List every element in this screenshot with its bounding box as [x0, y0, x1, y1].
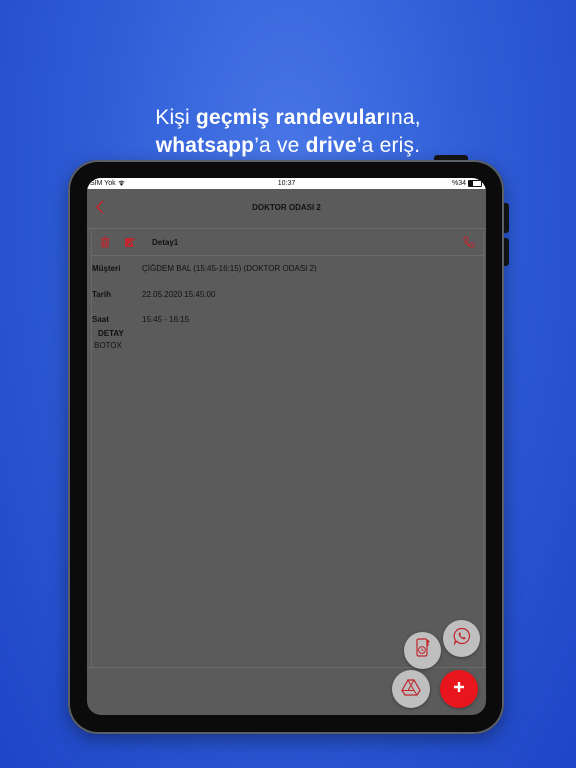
date-value: 22.05.2020 15:45:00 [142, 290, 216, 299]
header-divider [87, 228, 486, 229]
promo-text-bold: whatsapp [155, 134, 255, 157]
promo-text-bold: geçmiş randevular [195, 106, 385, 129]
edit-icon[interactable] [123, 235, 137, 249]
promo-headline: Kişi geçmiş randevularına, whatsapp’a ve… [0, 104, 576, 160]
drive-button[interactable] [392, 670, 430, 708]
promo-text: ına, [384, 106, 421, 129]
promo-line-1: Kişi geçmiş randevularına, [0, 104, 576, 132]
history-icon [413, 637, 433, 664]
device-screen: SIM Yok 10:37 %34 DOKTOR ODASI 2 Detay1 [87, 178, 486, 715]
promo-text-bold: drive [305, 134, 357, 157]
detail-toolbar: Detay1 [92, 231, 483, 256]
whatsapp-button[interactable] [443, 620, 480, 657]
toolbar-title: Detay1 [152, 238, 179, 247]
detail-value: BOTOX [94, 341, 122, 350]
promo-text: Kişi [155, 106, 196, 129]
status-time: 10:37 [277, 180, 296, 187]
detail-heading: DETAY [98, 329, 124, 338]
add-button[interactable] [440, 670, 478, 708]
trash-icon[interactable] [98, 235, 112, 249]
drive-icon [401, 678, 421, 701]
navigation-bar: DOKTOR ODASI 2 [87, 189, 486, 229]
plus-icon [452, 680, 466, 699]
battery-indicator: %34 [452, 178, 482, 189]
whatsapp-icon [452, 626, 472, 651]
battery-percent: %34 [451, 180, 466, 187]
time-label: Saat [92, 315, 109, 324]
customer-label: Müşteri [92, 264, 121, 273]
promo-text: ’a ve [254, 134, 306, 157]
phone-icon[interactable] [462, 235, 476, 249]
promo-text: ’a eriş. [356, 134, 421, 157]
customer-value: ÇİĞDEM BAL (15:45-16:15) (DOKTOR ODASI 2… [142, 264, 317, 273]
date-label: Tarih [92, 290, 111, 299]
appointment-detail-card: Detay1 Müşteri ÇİĞDEM BAL (15:45-16:15) … [91, 231, 484, 668]
time-value: 15:45 - 16:15 [142, 315, 190, 324]
promo-line-2: whatsapp’a ve drive’a eriş. [0, 132, 576, 160]
battery-icon [468, 180, 482, 187]
call-history-button[interactable] [404, 632, 441, 669]
page-title: DOKTOR ODASI 2 [252, 203, 321, 212]
status-bar: SIM Yok 10:37 %34 [87, 178, 486, 189]
